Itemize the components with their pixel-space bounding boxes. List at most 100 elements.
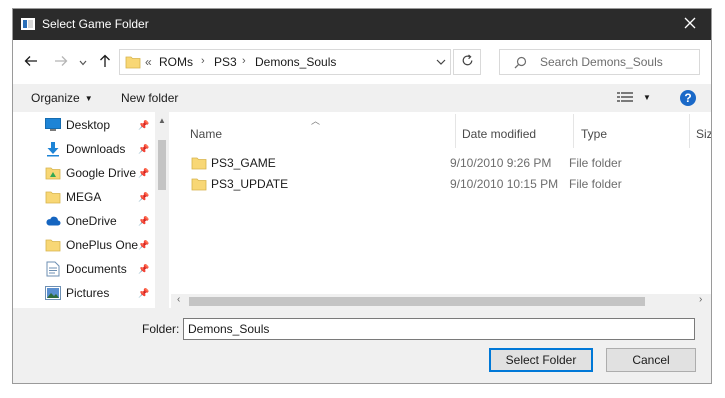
caret-down-icon: ▼ bbox=[84, 94, 93, 103]
close-button[interactable] bbox=[669, 9, 711, 40]
pin-icon[interactable]: 📌 bbox=[138, 288, 149, 299]
nav-item-label: OneDrive bbox=[66, 214, 117, 228]
close-icon bbox=[684, 17, 696, 32]
folder-label: Folder: bbox=[142, 322, 180, 336]
nav-item-label: Downloads bbox=[66, 142, 126, 156]
breadcrumb-roms[interactable]: ROMs bbox=[159, 55, 193, 69]
command-bar: Organize ▼ New folder ▼ ? bbox=[13, 84, 711, 112]
caret-down-icon[interactable]: ▼ bbox=[643, 93, 651, 102]
file-list: ︿ Name Date modified Type Size PS3_GAME … bbox=[183, 112, 711, 308]
address-bar[interactable]: « ROMs › PS3 › Demons_Souls bbox=[119, 49, 451, 75]
arrow-up-icon bbox=[99, 54, 111, 71]
search-placeholder: Search Demons_Souls bbox=[540, 55, 663, 69]
nav-item-onedrive[interactable]: OneDrive bbox=[45, 210, 153, 232]
nav-item-label: MEGA bbox=[66, 190, 102, 204]
file-type: File folder bbox=[569, 177, 622, 191]
view-options-button[interactable] bbox=[617, 91, 635, 108]
column-header-size[interactable]: Size bbox=[696, 127, 711, 141]
folder-icon bbox=[45, 237, 61, 253]
pin-icon[interactable]: 📌 bbox=[138, 192, 149, 203]
app-window-icon bbox=[21, 17, 35, 31]
pin-icon[interactable]: 📌 bbox=[138, 264, 149, 275]
navigation-pane: Desktop 📌 Downloads 📌 Google Drive 📌 MEG… bbox=[13, 112, 171, 308]
nav-item-desktop[interactable]: Desktop bbox=[45, 114, 153, 136]
column-header-date-modified[interactable]: Date modified bbox=[462, 127, 536, 141]
nav-item-documents[interactable]: Documents bbox=[45, 258, 153, 280]
nav-item-oneplus-one[interactable]: OnePlus One bbox=[45, 234, 153, 256]
breadcrumb-demons-souls[interactable]: Demons_Souls bbox=[255, 55, 336, 69]
column-header-name[interactable]: Name bbox=[190, 127, 222, 141]
back-button[interactable] bbox=[21, 52, 41, 72]
up-button[interactable] bbox=[95, 52, 115, 72]
google-drive-icon bbox=[45, 165, 61, 181]
nav-item-mega[interactable]: MEGA bbox=[45, 186, 153, 208]
organize-button[interactable]: Organize ▼ bbox=[31, 91, 93, 105]
nav-item-label: Desktop bbox=[66, 118, 111, 132]
file-date: 9/10/2010 9:26 PM bbox=[450, 156, 552, 170]
file-date: 9/10/2010 10:15 PM bbox=[450, 177, 559, 191]
chevron-down-icon[interactable] bbox=[436, 56, 446, 71]
search-icon bbox=[514, 56, 527, 72]
download-icon bbox=[45, 141, 61, 157]
scroll-up-icon[interactable]: ▲ bbox=[158, 116, 166, 125]
organize-label: Organize bbox=[31, 91, 80, 105]
folder-field[interactable] bbox=[183, 318, 695, 340]
breadcrumb-ps3[interactable]: PS3 bbox=[214, 55, 237, 69]
arrow-right-icon bbox=[54, 55, 68, 70]
column-divider[interactable] bbox=[689, 114, 690, 148]
pin-icon[interactable]: 📌 bbox=[138, 240, 149, 251]
pin-icon[interactable]: 📌 bbox=[138, 120, 149, 131]
file-type: File folder bbox=[569, 156, 622, 170]
search-input[interactable]: Search Demons_Souls bbox=[499, 49, 700, 75]
nav-item-label: Pictures bbox=[66, 286, 110, 300]
breadcrumb-separator[interactable]: › bbox=[201, 55, 205, 67]
navigation-bar: « ROMs › PS3 › Demons_Souls Search Demon… bbox=[13, 40, 711, 84]
content-area: Desktop 📌 Downloads 📌 Google Drive 📌 MEG… bbox=[13, 112, 711, 308]
column-divider[interactable] bbox=[455, 114, 456, 148]
nav-item-pictures[interactable]: Pictures bbox=[45, 282, 153, 304]
table-row[interactable]: PS3_UPDATE 9/10/2010 10:15 PM File folde… bbox=[183, 173, 703, 194]
nav-item-google-drive[interactable]: Google Drive bbox=[45, 162, 153, 184]
scroll-right-icon[interactable]: › bbox=[699, 294, 702, 305]
breadcrumb-separator[interactable]: › bbox=[242, 55, 246, 67]
scrollbar-thumb[interactable] bbox=[158, 140, 166, 190]
address-overflow[interactable]: « bbox=[145, 55, 152, 69]
documents-icon bbox=[45, 261, 61, 277]
nav-item-downloads[interactable]: Downloads bbox=[45, 138, 153, 160]
new-folder-button[interactable]: New folder bbox=[121, 91, 178, 105]
file-name: PS3_GAME bbox=[211, 156, 276, 170]
chevron-down-icon bbox=[79, 55, 87, 69]
column-divider[interactable] bbox=[573, 114, 574, 148]
pin-icon[interactable]: 📌 bbox=[138, 144, 149, 155]
refresh-button[interactable] bbox=[453, 49, 481, 75]
help-icon[interactable]: ? bbox=[680, 90, 696, 106]
arrow-left-icon bbox=[24, 55, 38, 70]
pin-icon[interactable]: 📌 bbox=[138, 216, 149, 227]
dialog-footer: Folder: Select Folder Cancel bbox=[13, 308, 711, 383]
pictures-icon bbox=[45, 285, 61, 301]
horizontal-scrollbar[interactable]: ‹ › bbox=[171, 294, 711, 308]
folder-icon bbox=[45, 189, 61, 205]
cancel-button[interactable]: Cancel bbox=[606, 348, 696, 372]
details-view-icon bbox=[617, 92, 635, 108]
window-title: Select Game Folder bbox=[42, 17, 149, 31]
folder-icon bbox=[125, 54, 141, 73]
folder-icon bbox=[191, 176, 207, 195]
scroll-left-icon[interactable]: ‹ bbox=[177, 294, 180, 305]
cloud-icon bbox=[45, 213, 61, 229]
nav-item-label: Documents bbox=[66, 262, 127, 276]
nav-item-label: Google Drive bbox=[66, 166, 137, 180]
sort-ascending-icon: ︿ bbox=[311, 116, 321, 126]
refresh-icon bbox=[461, 54, 474, 70]
scrollbar-thumb[interactable] bbox=[189, 297, 645, 306]
file-name: PS3_UPDATE bbox=[211, 177, 289, 191]
recent-locations-button[interactable] bbox=[77, 52, 89, 72]
desktop-icon bbox=[45, 117, 61, 133]
pin-icon[interactable]: 📌 bbox=[138, 168, 149, 179]
nav-item-label: OnePlus One bbox=[66, 238, 139, 252]
select-folder-dialog: Select Game Folder « ROMs › PS3 › Demons… bbox=[12, 8, 712, 384]
forward-button[interactable] bbox=[51, 52, 71, 72]
table-row[interactable]: PS3_GAME 9/10/2010 9:26 PM File folder bbox=[183, 152, 703, 173]
column-header-type[interactable]: Type bbox=[581, 127, 607, 141]
select-folder-button[interactable]: Select Folder bbox=[489, 348, 593, 372]
